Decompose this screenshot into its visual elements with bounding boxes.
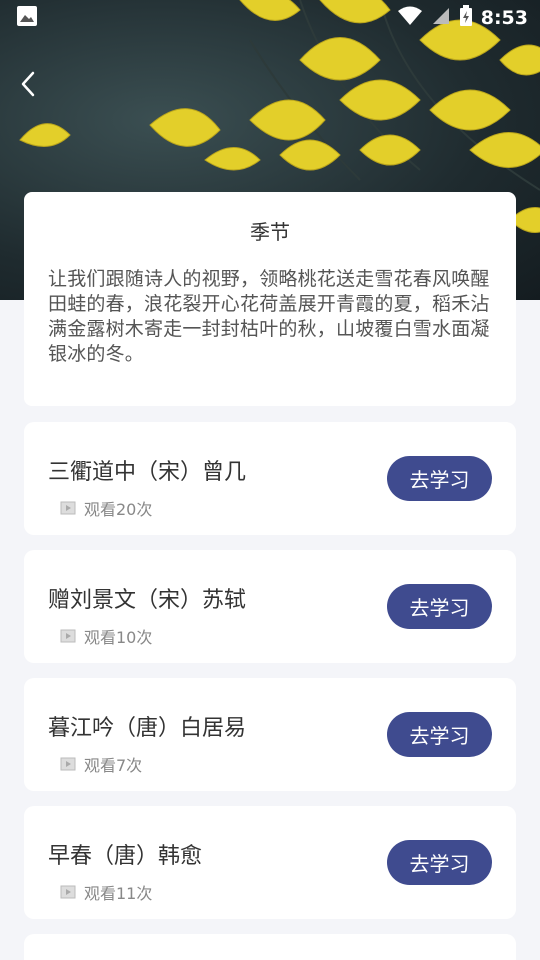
view-count: 观看7次 bbox=[60, 752, 142, 776]
poem-card[interactable] bbox=[24, 934, 516, 960]
poem-title: 赠刘景文（宋）苏轼 bbox=[48, 588, 247, 613]
poem-card[interactable]: 暮江吟（唐）白居易 观看7次 去学习 bbox=[24, 678, 516, 791]
signal-icon bbox=[431, 6, 451, 30]
intro-title: 季节 bbox=[250, 220, 290, 244]
video-icon bbox=[60, 629, 76, 643]
status-time: 8:53 bbox=[480, 7, 528, 29]
poem-card[interactable]: 早春（唐）韩愈 观看11次 去学习 bbox=[24, 806, 516, 919]
video-icon bbox=[60, 757, 76, 771]
study-button[interactable]: 去学习 bbox=[387, 712, 492, 757]
poem-title: 暮江吟（唐）白居易 bbox=[48, 716, 247, 741]
study-button[interactable]: 去学习 bbox=[387, 840, 492, 885]
gallery-icon bbox=[16, 5, 38, 31]
view-count-text: 观看11次 bbox=[84, 884, 153, 903]
view-count: 观看10次 bbox=[60, 624, 152, 648]
study-button[interactable]: 去学习 bbox=[387, 456, 492, 501]
view-count: 观看11次 bbox=[60, 880, 152, 904]
video-icon bbox=[60, 501, 76, 515]
view-count: 观看20次 bbox=[60, 496, 152, 520]
study-button[interactable]: 去学习 bbox=[387, 584, 492, 629]
intro-card: 季节 让我们跟随诗人的视野，领略桃花送走雪花春风唤醒田蛙的春，浪花裂开心花荷盖展… bbox=[24, 192, 516, 406]
status-bar: 8:53 bbox=[0, 0, 540, 36]
view-count-text: 观看7次 bbox=[84, 756, 143, 775]
battery-icon bbox=[459, 5, 473, 31]
view-count-text: 观看20次 bbox=[84, 500, 153, 519]
poem-card[interactable]: 赠刘景文（宋）苏轼 观看10次 去学习 bbox=[24, 550, 516, 663]
poem-title: 早春（唐）韩愈 bbox=[48, 844, 203, 869]
poem-card[interactable]: 三衢道中（宋）曾几 观看20次 去学习 bbox=[24, 422, 516, 535]
intro-text: 让我们跟随诗人的视野，领略桃花送走雪花春风唤醒田蛙的春，浪花裂开心花荷盖展开青霞… bbox=[48, 268, 490, 365]
view-count-text: 观看10次 bbox=[84, 628, 153, 647]
chevron-left-icon bbox=[21, 71, 35, 97]
wifi-icon bbox=[397, 6, 423, 30]
back-button[interactable] bbox=[10, 64, 46, 104]
poem-title: 三衢道中（宋）曾几 bbox=[48, 460, 247, 485]
video-icon bbox=[60, 885, 76, 899]
